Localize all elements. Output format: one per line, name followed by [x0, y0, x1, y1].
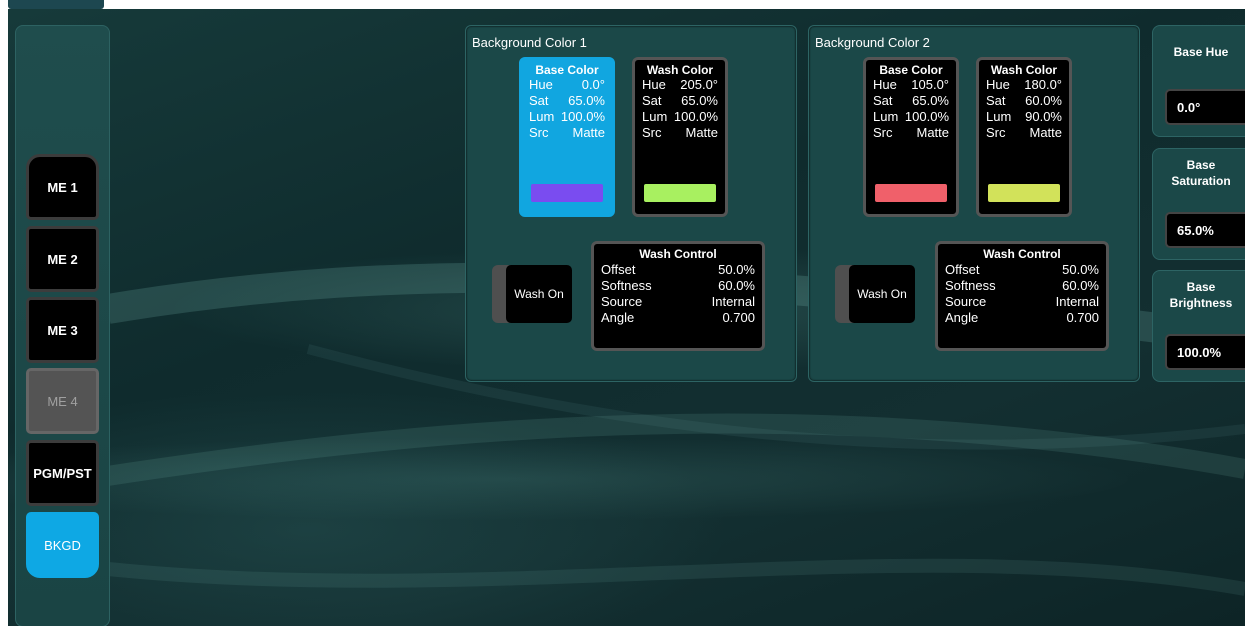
hue-value: 180.0° [1024, 77, 1062, 92]
source-value: Internal [711, 294, 755, 309]
wash-on-toggle[interactable]: Wash On [492, 265, 572, 323]
hue-label: Hue [986, 77, 1010, 92]
base-hue-panel: Base Hue 0.0° [1152, 25, 1245, 137]
base-brightness-panel: Base Brightness 100.0% [1152, 270, 1245, 382]
base-color-title: Base Color [879, 63, 943, 77]
sat-value: 65.0% [568, 93, 605, 108]
softness-value: 60.0% [718, 278, 755, 293]
offset-label: Offset [945, 262, 980, 277]
wash-color-swatch [644, 184, 716, 202]
src-value: Matte [685, 125, 718, 140]
base-saturation-label-1: Base [1186, 158, 1216, 172]
sat-value: 65.0% [912, 93, 949, 108]
base-brightness-label-1: Base [1186, 280, 1216, 294]
hue-value: 205.0° [680, 77, 718, 92]
hue-value: 0.0° [581, 77, 605, 92]
base-saturation-panel: Base Saturation 65.0% [1152, 148, 1245, 260]
src-label: Src [529, 125, 549, 140]
angle-value: 0.700 [1066, 310, 1099, 325]
wash-color-title: Wash Color [990, 63, 1058, 77]
base-brightness-field[interactable]: 100.0% [1165, 334, 1245, 370]
base-hue-label: Base Hue [1173, 45, 1229, 59]
background-color-1-panel: Background Color 1 Base Color Hue 0.0° Sa… [465, 25, 797, 382]
source-label: Source [601, 294, 643, 309]
base-color-title: Base Color [535, 63, 599, 77]
softness-label: Softness [601, 278, 652, 293]
angle-label: Angle [601, 310, 635, 325]
sat-label: Sat [873, 93, 893, 108]
softness-label: Softness [945, 278, 996, 293]
me-1-button[interactable]: ME 1 [26, 154, 99, 220]
wash-on-label: Wash On [506, 265, 572, 323]
bkgd-label: BKGD [44, 537, 81, 553]
hue-label: Hue [529, 77, 553, 92]
offset-value: 50.0% [1062, 262, 1099, 277]
wash-control-title: Wash Control [639, 247, 717, 261]
wash-on-label: Wash On [849, 265, 915, 323]
sat-value: 60.0% [1025, 93, 1062, 108]
me-select-panel: ME 1 ME 2 ME 3 ME 4 PGM/PST BKGD [15, 25, 110, 626]
lum-label: Lum [642, 109, 668, 124]
wash-on-toggle[interactable]: Wash On [835, 265, 915, 323]
pgm-pst-button[interactable]: PGM/PST [26, 440, 99, 506]
softness-value: 60.0% [1062, 278, 1099, 293]
hue-label: Hue [873, 77, 897, 92]
source-label: Source [945, 294, 987, 309]
sat-value: 65.0% [681, 93, 718, 108]
hue-label: Hue [642, 77, 666, 92]
lum-value: 100.0% [673, 109, 718, 124]
base-color-button[interactable]: Base Color Hue 0.0° Sat 65.0% Lum 100.0% Sr… [519, 57, 615, 217]
panel-title: Background Color 2 [815, 35, 930, 50]
top-strip [8, 0, 104, 9]
wash-control-button[interactable]: Wash Control Offset 50.0% Softness 60.0% S… [591, 241, 765, 351]
src-label: Src [986, 125, 1006, 140]
me-3-label: ME 3 [47, 322, 78, 338]
src-label: Src [873, 125, 893, 140]
lum-value: 90.0% [1025, 109, 1062, 124]
wash-control-button[interactable]: Wash Control Offset 50.0% Softness 60.0% S… [935, 241, 1109, 351]
switcher-screen: ME 1 ME 2 ME 3 ME 4 PGM/PST BKGD Backgro… [8, 9, 1245, 626]
base-brightness-label-2: Brightness [1169, 296, 1233, 310]
wash-color-button[interactable]: Wash Color Hue 180.0° Sat 60.0% Lum 90.0% S… [976, 57, 1072, 217]
offset-label: Offset [601, 262, 636, 277]
lum-label: Lum [529, 109, 555, 124]
wash-color-title: Wash Color [646, 63, 714, 77]
lum-label: Lum [873, 109, 899, 124]
lum-value: 100.0% [560, 109, 605, 124]
me-2-label: ME 2 [47, 251, 78, 267]
me-3-button[interactable]: ME 3 [26, 297, 99, 363]
src-value: Matte [916, 125, 949, 140]
sat-label: Sat [642, 93, 662, 108]
base-color-swatch [875, 184, 947, 202]
lum-value: 100.0% [904, 109, 949, 124]
angle-value: 0.700 [722, 310, 755, 325]
base-hue-field[interactable]: 0.0° [1165, 89, 1245, 125]
hue-value: 105.0° [911, 77, 949, 92]
wash-color-swatch [988, 184, 1060, 202]
source-value: Internal [1055, 294, 1099, 309]
src-value: Matte [1029, 125, 1062, 140]
lum-label: Lum [986, 109, 1012, 124]
src-label: Src [642, 125, 662, 140]
offset-value: 50.0% [718, 262, 755, 277]
base-saturation-field[interactable]: 65.0% [1165, 212, 1245, 248]
sat-label: Sat [529, 93, 549, 108]
base-saturation-label-2: Saturation [1171, 174, 1231, 188]
wash-control-title: Wash Control [983, 247, 1061, 261]
background-color-2-panel: Background Color 2 Base Color Hue 105.0° … [808, 25, 1140, 382]
wash-color-button[interactable]: Wash Color Hue 205.0° Sat 65.0% Lum 100.0% … [632, 57, 728, 217]
panel-title: Background Color 1 [472, 35, 587, 50]
bkgd-button[interactable]: BKGD [26, 512, 99, 578]
me-4-label: ME 4 [47, 393, 78, 409]
me-2-button[interactable]: ME 2 [26, 226, 99, 292]
pgm-pst-label: PGM/PST [33, 465, 92, 481]
me-1-label: ME 1 [47, 179, 78, 195]
sat-label: Sat [986, 93, 1006, 108]
base-color-button[interactable]: Base Color Hue 105.0° Sat 65.0% Lum 100.0% … [863, 57, 959, 217]
angle-label: Angle [945, 310, 979, 325]
src-value: Matte [572, 125, 605, 140]
base-color-swatch [531, 184, 603, 202]
me-4-button[interactable]: ME 4 [26, 368, 99, 434]
